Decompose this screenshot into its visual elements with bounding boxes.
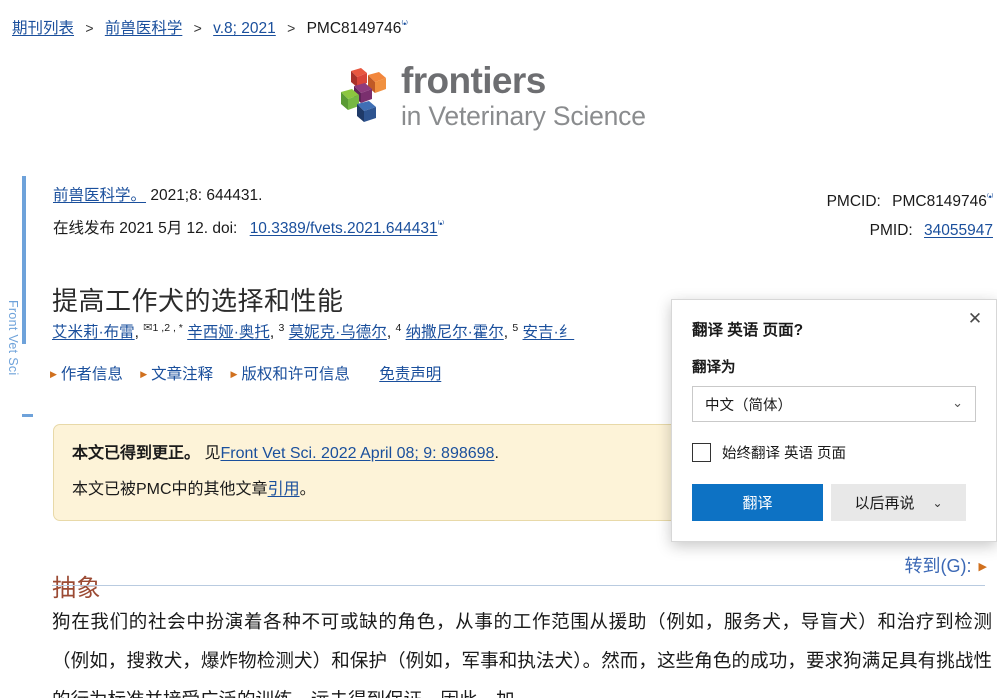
abstract-body: 狗在我们的社会中扮演着各种不可或缺的角色，从事的工作范围从援助（例如，服务犬，导… <box>52 612 992 698</box>
journal-rail-line <box>22 176 26 344</box>
toggle-label: 文章注释 <box>151 366 214 383</box>
translate-to-label: 翻译为 <box>692 360 736 376</box>
citation-volume: 2021;8: 644431. <box>150 187 263 204</box>
comma: , <box>134 324 139 341</box>
toggle-copyright-license[interactable]: ▶ 版权和许可信息 <box>231 366 350 383</box>
breadcrumb-separator: > <box>193 20 202 36</box>
speaker-icon[interactable]: ⁽•⁾ <box>987 192 994 202</box>
identifier-block: PMCID: PMC8149746⁽•⁾ PMID: 34055947 <box>826 183 994 245</box>
journal-logo-title: frontiers <box>401 60 546 101</box>
citation-journal-link[interactable]: 前兽医科学。 <box>53 187 146 204</box>
pmid-label: PMID: <box>869 222 913 240</box>
triangle-right-icon: ▶ <box>140 369 148 379</box>
language-select[interactable]: 中文（简体） ⌄ <box>692 386 976 422</box>
author-link[interactable]: 纳撒尼尔·霍尔 <box>406 324 504 341</box>
translate-dialog: ✕ 翻译 英语 页面? 翻译为 中文（简体） ⌄ 始终翻译 英语 页面 翻译 以… <box>671 299 997 542</box>
not-now-button[interactable]: 以后再说 ⌄ <box>831 484 966 521</box>
citation-row-2: 在线发布 2021 5月 12. doi: 10.3389/fvets.2021… <box>53 212 444 241</box>
breadcrumb-item-journal-list[interactable]: 期刊列表 <box>12 20 74 37</box>
disclaimer-link[interactable]: 免责声明 <box>379 366 441 383</box>
journal-logo-text: frontiers in Veterinary Science <box>401 62 646 130</box>
citation-published-prefix: 在线发布 2021 5月 12. doi: <box>53 220 238 238</box>
comma: , <box>386 324 392 341</box>
always-translate-row[interactable]: 始终翻译 英语 页面 <box>692 442 976 463</box>
author-link[interactable]: 辛西娅·奥托 <box>187 324 270 341</box>
speaker-icon[interactable]: ⁽•⁾ <box>401 19 408 29</box>
citation-block: 前兽医科学。 2021;8: 644431. 在线发布 2021 5月 12. … <box>53 183 444 241</box>
correction-bold-text: 本文已得到更正。 <box>72 445 201 462</box>
page-root: 期刊列表 > 前兽医科学 > v.8; 2021 > PMC8149746⁽•⁾ <box>0 0 997 698</box>
chevron-down-icon: ⌄ <box>952 395 963 411</box>
breadcrumb-separator: > <box>85 20 94 36</box>
goto-label: 转到(G): <box>904 556 972 576</box>
page-title: 提高工作犬的选择和性能 <box>52 286 344 317</box>
language-select-value: 中文（简体） <box>705 397 792 414</box>
close-icon[interactable]: ✕ <box>964 308 986 330</box>
chevron-down-icon: ⌄ <box>932 495 943 510</box>
author-affiliation: 1 ,2 , * <box>152 321 183 334</box>
pmid-link[interactable]: 34055947 <box>924 222 993 239</box>
author-affiliation: 5 <box>512 321 519 334</box>
triangle-right-icon: ▶ <box>50 369 57 379</box>
author-link[interactable]: 莫妮克·乌德尔 <box>289 324 387 341</box>
triangle-right-icon: ▶ <box>978 561 987 573</box>
breadcrumb-item-volume[interactable]: v.8; 2021 <box>213 20 276 37</box>
breadcrumb-separator: > <box>287 20 296 36</box>
breadcrumb-item-journal[interactable]: 前兽医科学 <box>105 20 183 37</box>
cited-by-link[interactable]: 引用 <box>268 481 300 498</box>
cited-by-prefix: 本文已被PMC中的其他文章 <box>72 481 268 498</box>
toggle-article-notes[interactable]: ▶ 文章注释 <box>140 366 213 383</box>
frontiers-cubes-icon <box>341 67 386 122</box>
pmcid-row: PMCID: PMC8149746⁽•⁾ <box>826 183 994 216</box>
goto-control[interactable]: 转到(G): ▶ <box>905 552 987 578</box>
toggle-label: 版权和许可信息 <box>241 366 350 383</box>
correction-link[interactable]: Front Vet Sci. 2022 April 08; 9: 898698 <box>220 445 494 462</box>
journal-rail-dash <box>22 414 33 417</box>
translate-dialog-title: 翻译 英语 页面? <box>692 322 804 339</box>
translate-button[interactable]: 翻译 <box>692 484 823 521</box>
journal-rail-label: Front Vet Sci <box>6 300 20 376</box>
cited-by-suffix: 。 <box>299 481 316 498</box>
journal-logo-subtitle: in Veterinary Science <box>401 101 646 131</box>
always-translate-checkbox[interactable] <box>692 443 711 462</box>
always-translate-label: 始终翻译 英语 页面 <box>722 446 847 462</box>
pmcid-label: PMCID: <box>826 193 881 211</box>
journal-logo: frontiers in Veterinary Science <box>338 62 646 130</box>
correction-period: . <box>494 445 499 462</box>
author-link[interactable]: 安吉·纟 <box>523 324 575 341</box>
toggle-label: 作者信息 <box>60 366 123 383</box>
triangle-right-icon: ▶ <box>230 369 238 379</box>
article-meta-toggles: ▶ 作者信息 ▶ 文章注释 ▶ 版权和许可信息 免责声明 <box>50 362 441 384</box>
author-link[interactable]: 艾米莉·布雷 <box>52 324 135 341</box>
doi-link[interactable]: 10.3389/fvets.2021.644431 <box>250 220 438 237</box>
breadcrumb-item-current: PMC8149746 <box>306 20 402 37</box>
author-affiliation: 4 <box>395 321 402 334</box>
toggle-author-information[interactable]: ▶ 作者信息 <box>50 366 123 383</box>
abstract-divider <box>52 585 985 586</box>
comma: , <box>503 324 509 341</box>
translate-dialog-actions: 翻译 以后再说 ⌄ <box>692 484 976 521</box>
author-affiliation: 3 <box>278 321 285 334</box>
correction-see-prefix: 见 <box>204 445 221 462</box>
citation-row-1: 前兽医科学。 2021;8: 644431. <box>53 183 444 208</box>
pmid-row: PMID: 34055947 <box>827 216 993 245</box>
envelope-icon: ✉ <box>143 321 153 334</box>
breadcrumb: 期刊列表 > 前兽医科学 > v.8; 2021 > PMC8149746⁽•⁾ <box>12 16 408 38</box>
pmcid-value: PMC8149746 <box>892 193 987 211</box>
not-now-label: 以后再说 <box>854 495 915 512</box>
comma: , <box>269 324 275 341</box>
speaker-icon[interactable]: ⁽•⁾ <box>438 219 445 229</box>
